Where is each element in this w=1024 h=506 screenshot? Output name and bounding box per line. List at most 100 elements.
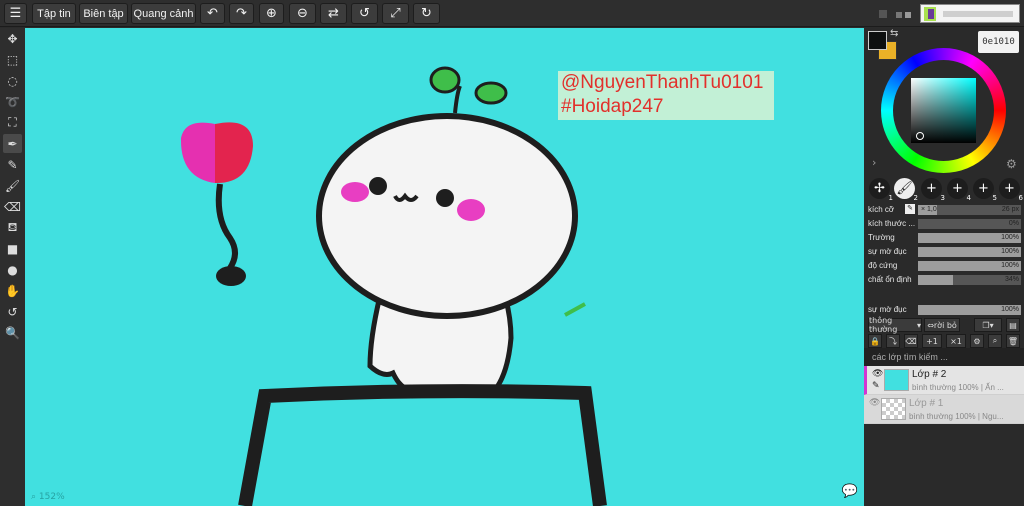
flatten-icon[interactable]: ×1 <box>946 334 966 348</box>
layer-name: Lớp # 1 <box>909 398 944 409</box>
file-menu-button[interactable]: Tập tin <box>32 3 76 24</box>
watermark-line-2: #Hoidap247 <box>561 96 664 117</box>
visibility-eye-icon[interactable]: 👁 <box>869 398 880 408</box>
brush-param-label: độ cứng <box>868 261 898 270</box>
brush-preset-2[interactable]: 🖌 2 <box>894 178 918 202</box>
collapse-arrow-icon[interactable]: › <box>872 156 876 169</box>
blend-mode-select[interactable]: thông thường ▾ <box>868 316 922 334</box>
settings-gear-icon[interactable]: ⚙ <box>1006 157 1017 171</box>
brush-param-slider[interactable]: 0% <box>918 219 1021 229</box>
brush-param-value: 0% <box>1008 220 1019 227</box>
rectangle-shape-icon[interactable]: ■ <box>3 239 22 258</box>
brush-param-slider[interactable]: 100% <box>918 247 1021 257</box>
layer-opacity-value: 100% <box>1001 306 1019 313</box>
brush-param-slider[interactable]: 100% <box>918 261 1021 271</box>
brush-size-row: kích cỡ ✎ × 1,0 26 px <box>868 204 1021 216</box>
color-history-swatch[interactable] <box>896 12 902 18</box>
brush-preset-4[interactable]: +4 <box>947 178 971 202</box>
zoom-out-icon[interactable]: ⊖ <box>289 3 316 24</box>
layer-settings-icon[interactable]: ⚙ <box>970 334 984 348</box>
primary-color-swatch[interactable] <box>868 31 887 50</box>
layer-opacity-slider[interactable]: 100% <box>918 305 1021 315</box>
layer-search-input[interactable]: các lớp tìm kiếm ... <box>864 348 1024 366</box>
color-history-swatch[interactable] <box>905 12 911 18</box>
watermark-line-1: @NguyenThanhTu0101 <box>561 72 764 93</box>
clip-button[interactable]: ⇔ rời bỏ <box>924 318 960 332</box>
move-tool-icon[interactable]: ✥ <box>3 29 22 48</box>
brush-icon[interactable]: 🖌 <box>3 176 22 195</box>
merge-down-icon[interactable]: +1 <box>922 334 942 348</box>
layer-item[interactable]: 👁 ✎ Lớp # 2 bình thường 100% | Ấn ... <box>864 366 1024 395</box>
brush-param-row: sự mờ đục 100% <box>868 246 1021 258</box>
delete-layer-icon[interactable]: 🗑 <box>1006 334 1020 348</box>
rotate-view-icon[interactable]: ↺ <box>3 302 22 321</box>
layers-empty-area <box>864 425 1024 506</box>
eyedropper-icon[interactable]: ✒ <box>3 134 22 153</box>
zoom-tool-icon[interactable]: 🔍 <box>3 323 22 342</box>
zoom-level-indicator[interactable]: ⌕ 152% <box>31 492 65 502</box>
new-layer-menu-button[interactable]: ❐▾ <box>974 318 1002 332</box>
swap-colors-icon[interactable]: ⇆ <box>890 28 898 39</box>
edit-menu-button[interactable]: Biên tập <box>79 3 128 24</box>
drawing-canvas[interactable]: @NguyenThanhTu0101 #Hoidap247 ⌕ 152% 💬 <box>25 28 864 506</box>
ellipse-select-icon[interactable]: ◌ <box>3 71 22 90</box>
lasso-icon[interactable]: ➰ <box>3 92 22 111</box>
zoom-level-text: 152% <box>38 492 65 502</box>
fill-bucket-icon[interactable]: ⛾ <box>3 218 22 237</box>
saturation-value-square[interactable] <box>911 78 976 143</box>
brush-param-fill <box>918 275 954 285</box>
layer-search-icon[interactable]: ⌕ <box>988 334 1002 348</box>
eraser-icon[interactable]: ⌫ <box>3 197 22 216</box>
brush-param-row: độ cứng 100% <box>868 260 1021 272</box>
hand-icon[interactable]: ✋ <box>3 281 22 300</box>
visibility-eye-icon[interactable]: 👁 <box>872 369 883 379</box>
menu-icon[interactable]: ☰ <box>4 3 27 24</box>
view-menu-button[interactable]: Quang cảnh <box>131 3 196 24</box>
layer-meta: bình thường 100% | Ngu... <box>909 412 1004 421</box>
rotate-right-icon[interactable]: ↻ <box>413 3 440 24</box>
blend-mode-value: thông thường <box>869 316 898 334</box>
rotate-left-icon[interactable]: ↺ <box>351 3 378 24</box>
flip-horizontal-icon[interactable]: ⇄ <box>320 3 347 24</box>
pencil-icon[interactable]: ✎ <box>3 155 22 174</box>
clip-label: rời bỏ <box>933 320 957 330</box>
transform-icon[interactable]: ⛶ <box>3 113 22 132</box>
redo-icon[interactable]: ↷ <box>229 3 254 24</box>
fit-screen-icon[interactable]: ⤢ <box>382 3 409 24</box>
brush-param-value: 100% <box>1001 262 1019 269</box>
brush-size-value: 26 px <box>1001 206 1019 213</box>
hex-color-input[interactable]: 0e1010 <box>978 31 1019 53</box>
brush-param-slider[interactable]: 34% <box>918 275 1021 285</box>
color-history-swatch[interactable] <box>879 10 887 18</box>
brush-param-slider[interactable]: 100% <box>918 233 1021 243</box>
brush-preset-3[interactable]: +3 <box>921 178 945 202</box>
brush-param-row: chất ổn định 34% <box>868 274 1021 286</box>
brush-param-value: 100% <box>1001 234 1019 241</box>
ellipse-shape-icon[interactable]: ● <box>3 260 22 279</box>
layer-eraser-icon[interactable]: ⌫ <box>904 334 918 348</box>
brush-size-slider[interactable]: × 1,0 26 px <box>918 205 1021 215</box>
chat-bubble-icon[interactable]: 💬 <box>842 484 858 499</box>
layer-item[interactable]: 👁 Lớp # 1 bình thường 100% | Ngu... <box>864 395 1024 424</box>
layer-thumbnail-preview <box>920 4 1020 23</box>
clip-mask-icon[interactable]: ⤵ <box>886 334 900 348</box>
brush-preset-5[interactable]: +5 <box>973 178 997 202</box>
color-wheel[interactable] <box>881 48 1006 173</box>
brush-preset-1[interactable]: ✢ 1 <box>869 178 893 202</box>
brush-param-row: kích thước ... 0% <box>868 218 1021 230</box>
brush-param-label: chất ổn định <box>868 275 912 284</box>
zoom-in-icon[interactable]: ⊕ <box>259 3 284 24</box>
pen-pressure-icon[interactable]: ✎ <box>905 204 915 214</box>
new-document-icon[interactable]: ▤ <box>1006 318 1020 332</box>
lock-icon[interactable]: 🔒 <box>868 334 882 348</box>
top-toolbar: ☰ Tập tin Biên tập Quang cảnh ↶ ↷ ⊕ ⊖ ⇄ … <box>0 0 1024 27</box>
brush-size-label: kích cỡ <box>868 205 895 214</box>
rect-select-icon[interactable]: ⬚ <box>3 50 22 69</box>
tool-sidebar: ✥ ⬚ ◌ ➰ ⛶ ✒ ✎ 🖌 ⌫ ⛾ ■ ● ✋ ↺ 🔍 <box>0 28 25 506</box>
brush-param-label: kích thước ... <box>868 219 916 228</box>
brush-param-value: 34% <box>1004 276 1019 283</box>
undo-icon[interactable]: ↶ <box>200 3 225 24</box>
layer-opacity-row: sự mờ đục 100% <box>868 304 1021 316</box>
brush-preset-6[interactable]: +6 <box>999 178 1023 202</box>
right-panel: ⇆ 0e1010 › ⚙ ✢ 1 🖌 2 +3 +4 +5 +6 kích cỡ ✎… <box>864 28 1024 506</box>
